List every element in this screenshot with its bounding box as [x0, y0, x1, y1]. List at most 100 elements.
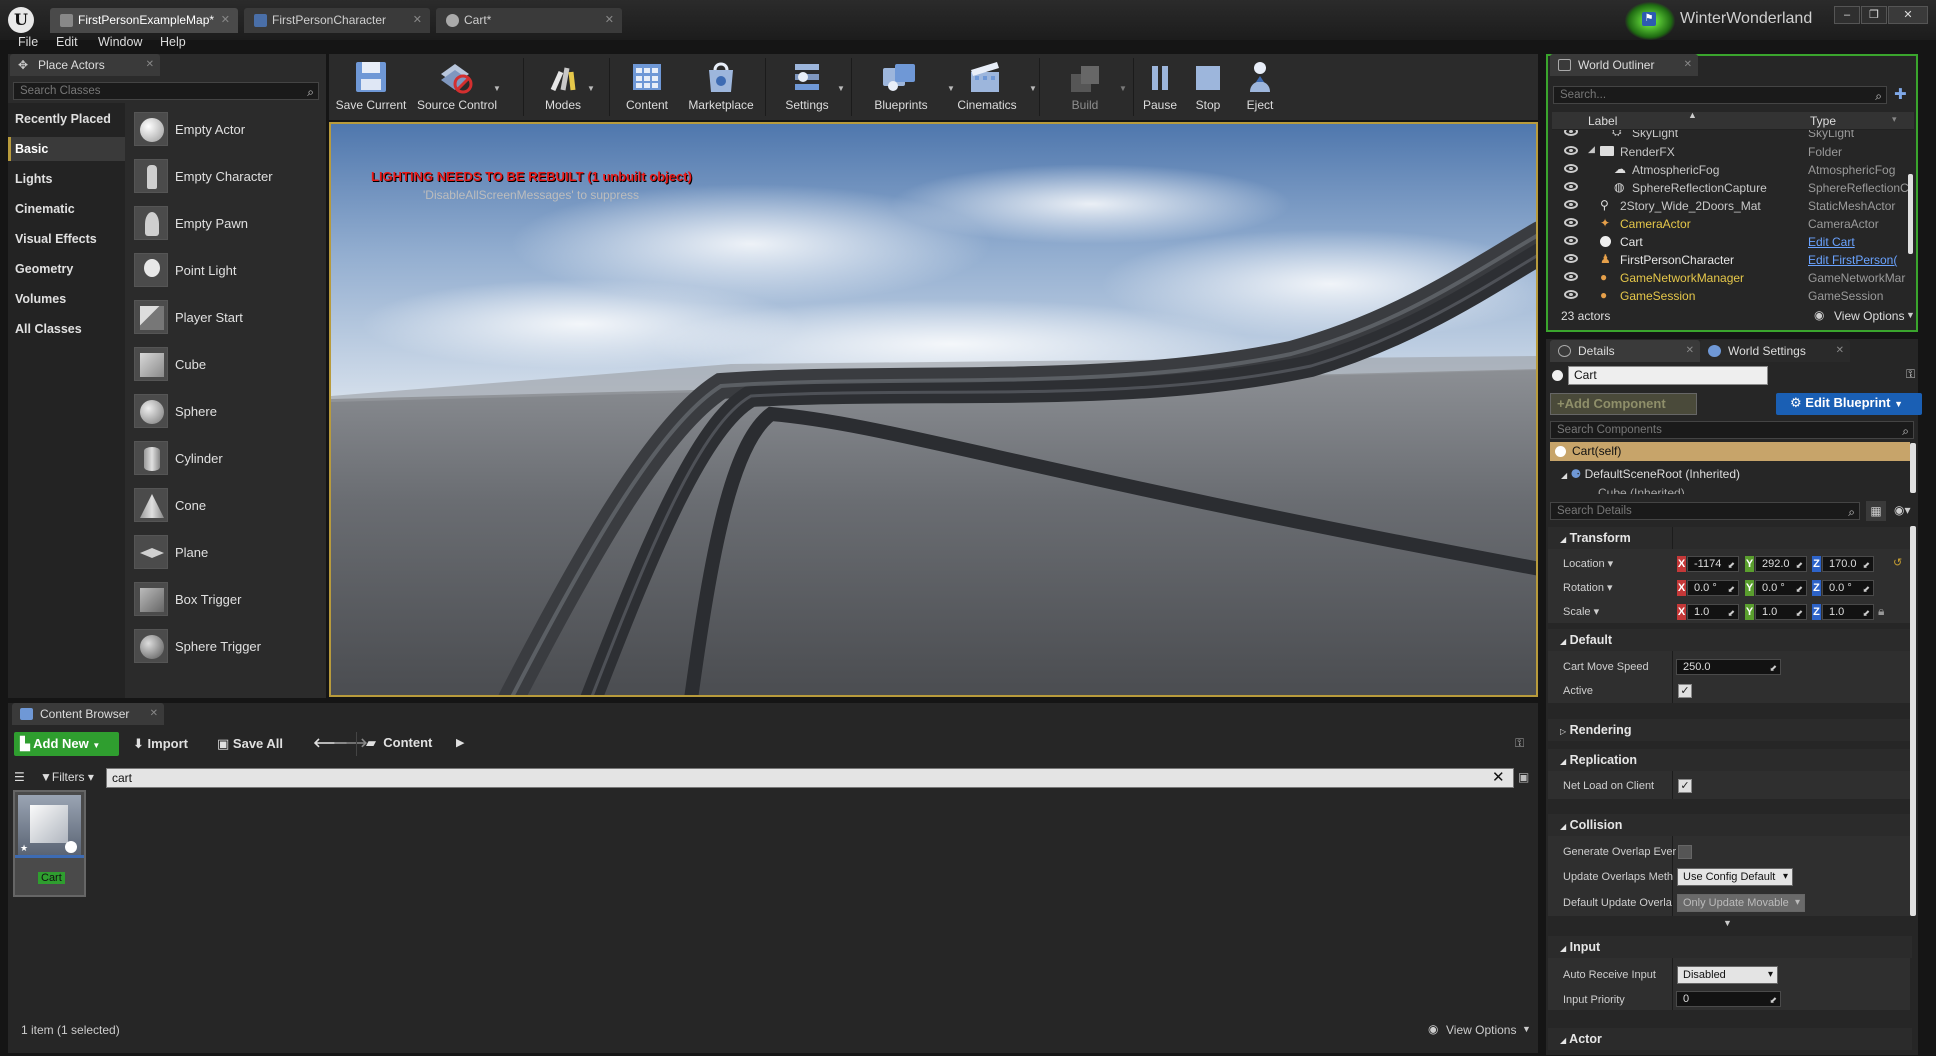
save-all-button[interactable]: ▣ Save All	[217, 736, 283, 752]
chevron-down-icon[interactable]: ▼	[1522, 1024, 1531, 1034]
menu-edit[interactable]: Edit	[56, 35, 78, 49]
visibility-eye-icon[interactable]	[1564, 164, 1578, 173]
sources-toggle-icon[interactable]: ☰	[14, 770, 25, 784]
close-tab-icon[interactable]: ✕	[413, 8, 422, 33]
close-tab-icon[interactable]: ✕	[150, 703, 158, 725]
section-input[interactable]: ◢ Input	[1548, 936, 1912, 958]
outliner-row[interactable]: ⚲ 2Story_Wide_2Doors_Mat StaticMeshActor	[1552, 197, 1914, 215]
section-rendering[interactable]: ▷ Rendering	[1548, 719, 1912, 741]
property-matrix-icon[interactable]: ▦	[1866, 501, 1886, 521]
component-default-scene-root[interactable]: ◢ ⚈ DefaultSceneRoot (Inherited)	[1561, 467, 1740, 481]
outliner-search-input[interactable]: Search... ⌕	[1553, 86, 1887, 104]
scale-y-field[interactable]: 1.0 ⬋	[1755, 604, 1807, 620]
outliner-row[interactable]: ⛭ SkyLight SkyLight	[1552, 130, 1914, 142]
actor-empty-character[interactable]: Empty Character	[131, 157, 316, 197]
category-basic[interactable]: Basic	[15, 142, 48, 156]
menu-window[interactable]: Window	[98, 35, 142, 49]
close-tab-icon[interactable]: ✕	[1686, 340, 1694, 362]
build-button[interactable]: Build ▼	[1043, 54, 1127, 120]
level-viewport[interactable]: LIGHTING NEEDS TO BE REBUILT (1 unbuilt …	[329, 122, 1538, 697]
category-all-classes[interactable]: All Classes	[15, 322, 82, 336]
category-recently-placed[interactable]: Recently Placed	[15, 112, 111, 126]
location-label[interactable]: Location ▾	[1563, 557, 1613, 570]
actor-sphere[interactable]: Sphere	[131, 392, 316, 432]
search-details-input[interactable]: Search Details ⌕	[1550, 502, 1860, 520]
add-component-button[interactable]: +Add Component	[1550, 393, 1697, 415]
outliner-row[interactable]: ● GameSession GameSession	[1552, 287, 1914, 302]
world-settings-tab[interactable]: World Settings ✕	[1700, 340, 1850, 362]
content-button[interactable]: Content	[615, 54, 679, 120]
tab-cart[interactable]: Cart* ✕	[436, 8, 622, 33]
edit-first-person-link[interactable]: Edit FirstPerson(	[1808, 253, 1908, 267]
pause-button[interactable]: Pause	[1137, 54, 1183, 120]
reset-to-default-icon[interactable]: ↺	[1893, 556, 1902, 569]
rotation-z-field[interactable]: 0.0 ° ⬋	[1822, 580, 1874, 596]
visibility-eye-icon[interactable]	[1564, 272, 1578, 281]
generate-overlap-checkbox[interactable]	[1678, 845, 1692, 859]
unreal-logo-icon[interactable]: U	[8, 7, 34, 33]
outliner-row[interactable]: ♟ FirstPersonCharacter Edit FirstPerson(	[1552, 251, 1914, 269]
actor-cone[interactable]: Cone	[131, 486, 316, 526]
net-load-checkbox[interactable]: ✓	[1678, 779, 1692, 793]
actor-empty-pawn[interactable]: Empty Pawn	[131, 204, 316, 244]
outliner-scrollbar[interactable]	[1908, 174, 1913, 254]
close-window-button[interactable]: ✕	[1888, 6, 1928, 24]
path-content[interactable]: ▰ Content	[366, 735, 432, 751]
expand-icon[interactable]: ◢	[1561, 471, 1567, 480]
visibility-eye-icon[interactable]	[1564, 290, 1578, 299]
outliner-row[interactable]: ● GameNetworkManager GameNetworkMar	[1552, 269, 1914, 287]
blueprints-button[interactable]: Blueprints ▼	[855, 54, 955, 120]
save-search-icon[interactable]: ▣	[1518, 770, 1529, 784]
category-lights[interactable]: Lights	[15, 172, 53, 186]
actor-plane[interactable]: Plane	[131, 533, 316, 573]
outliner-row[interactable]: ✦ CameraActor CameraActor	[1552, 215, 1914, 233]
input-priority-field[interactable]: 0 ⬋	[1676, 991, 1781, 1007]
details-tab[interactable]: Details ✕	[1550, 340, 1700, 362]
outliner-row[interactable]: ◍ SphereReflectionCapture SphereReflecti…	[1552, 179, 1914, 197]
chevron-down-icon[interactable]: ▼	[837, 84, 845, 93]
scale-lock-icon[interactable]: 🔒︎	[1878, 604, 1884, 619]
section-default[interactable]: ◢ Default	[1548, 629, 1912, 651]
lock-icon[interactable]: ⚿	[1515, 736, 1524, 751]
category-geometry[interactable]: Geometry	[15, 262, 73, 276]
default-update-dropdown[interactable]: Only Update Movable	[1677, 894, 1805, 912]
close-tab-icon[interactable]: ✕	[1836, 340, 1844, 362]
edit-cart-link[interactable]: Edit Cart	[1808, 235, 1908, 249]
actor-player-start[interactable]: Player Start	[131, 298, 316, 338]
add-new-button[interactable]: ▙ Add New ▼	[14, 732, 119, 756]
rotation-x-field[interactable]: 0.0 ° ⬋	[1687, 580, 1739, 596]
column-options-icon[interactable]: ▾	[1892, 114, 1897, 125]
search-components-input[interactable]: Search Components ⌕	[1550, 421, 1914, 439]
cart-move-speed-field[interactable]: 250.0 ⬋	[1676, 659, 1781, 675]
active-checkbox[interactable]: ✓	[1678, 684, 1692, 698]
close-tab-icon[interactable]: ✕	[605, 8, 614, 33]
category-volumes[interactable]: Volumes	[15, 292, 66, 306]
scale-label[interactable]: Scale ▾	[1563, 605, 1599, 618]
actor-name-input[interactable]: Cart	[1568, 366, 1768, 385]
asset-search-input[interactable]: cart	[106, 768, 1514, 788]
visibility-eye-icon[interactable]	[1564, 254, 1578, 263]
chevron-down-icon[interactable]: ▼	[587, 84, 595, 93]
visibility-eye-icon[interactable]	[1564, 182, 1578, 191]
visibility-eye-icon[interactable]	[1564, 130, 1578, 136]
section-replication[interactable]: ◢ Replication	[1548, 749, 1912, 771]
modes-button[interactable]: Modes ▼	[527, 54, 599, 120]
marketplace-button[interactable]: Marketplace	[679, 54, 763, 120]
chevron-down-icon[interactable]: ▼	[1029, 84, 1037, 93]
close-tab-icon[interactable]: ✕	[221, 8, 230, 33]
category-visual-effects[interactable]: Visual Effects	[15, 232, 97, 246]
component-cart-self[interactable]: Cart(self)	[1550, 442, 1910, 461]
lock-icon[interactable]: ⚿	[1906, 367, 1915, 382]
outliner-view-options[interactable]: View Options	[1834, 309, 1904, 323]
rotation-y-field[interactable]: 0.0 ° ⬋	[1755, 580, 1807, 596]
actor-empty-actor[interactable]: Empty Actor	[131, 110, 316, 150]
actor-cylinder[interactable]: Cylinder	[131, 439, 316, 479]
eject-button[interactable]: Eject	[1235, 54, 1285, 120]
close-tab-icon[interactable]: ✕	[146, 54, 154, 76]
tab-first-person-character[interactable]: FirstPersonCharacter ✕	[244, 8, 430, 33]
category-cinematic[interactable]: Cinematic	[15, 202, 75, 216]
auto-receive-input-dropdown[interactable]: Disabled	[1677, 966, 1778, 984]
menu-file[interactable]: File	[18, 35, 38, 49]
actor-point-light[interactable]: Point Light	[131, 251, 316, 291]
location-x-field[interactable]: -1174 ⬋	[1687, 556, 1739, 572]
